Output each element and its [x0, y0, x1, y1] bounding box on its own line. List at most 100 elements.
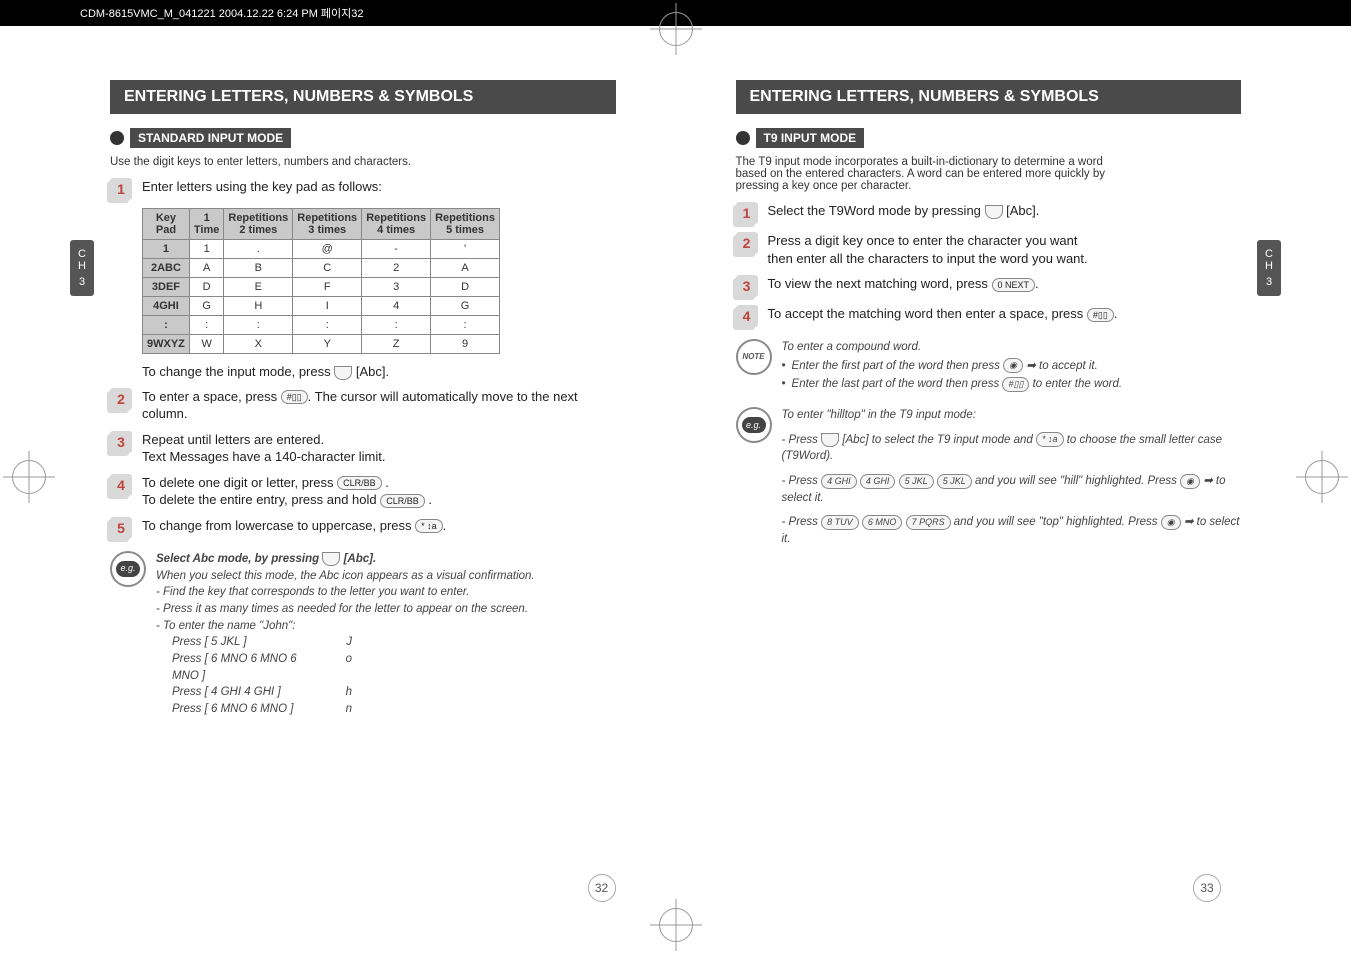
table-row: 11.@-': [143, 240, 500, 259]
table-header: Repetitions 2 times: [224, 209, 293, 240]
clr-key-icon: CLR/BB: [337, 476, 382, 490]
table-row: 2ABCABC2A: [143, 259, 500, 278]
step-1: 1 Enter letters using the key pad as fol…: [110, 178, 616, 200]
step-number-icon: 1: [110, 178, 132, 200]
table-cell: 1: [143, 240, 190, 259]
john-output: h: [322, 684, 352, 701]
eg-b3: - Press 8 TUV 6 MNO 7 PQRS and you will …: [782, 514, 1242, 547]
key-icon: 4 GHI: [821, 474, 857, 489]
page-title-left: ENTERING LETTERS, NUMBERS & SYMBOLS: [110, 80, 616, 114]
step-5: 5 To change from lowercase to uppercase,…: [110, 517, 616, 539]
softkey-icon: [322, 552, 340, 566]
table-cell: 3DEF: [143, 278, 190, 297]
note-block: NOTE To enter a compound word. •Enter th…: [736, 339, 1242, 395]
table-cell: 9: [431, 335, 500, 354]
step-number-icon: 5: [110, 517, 132, 539]
table-cell: 2: [362, 259, 431, 278]
note-b2: Enter the last part of the word then pre…: [792, 376, 1123, 393]
table-header: Repetitions 5 times: [431, 209, 500, 240]
step-number-icon: 3: [110, 431, 132, 453]
step-1: 1 Select the T9Word mode by pressing [Ab…: [736, 202, 1242, 224]
table-cell: I: [293, 297, 362, 316]
eg-b3: - To enter the name "John":: [156, 618, 616, 635]
page-right: ENTERING LETTERS, NUMBERS & SYMBOLS T9 I…: [676, 60, 1282, 874]
hash-key-icon: #▯▯: [1087, 308, 1114, 322]
table-cell: X: [224, 335, 293, 354]
table-cell: .: [224, 240, 293, 259]
header-text: CDM-8615VMC_M_041221 2004.12.22 6:24 PM …: [80, 5, 364, 21]
example-badge-icon: e.g.: [736, 407, 772, 443]
table-cell: H: [224, 297, 293, 316]
keypad-table: Key Pad1 TimeRepetitions 2 timesRepetiti…: [142, 208, 500, 354]
table-row: 9WXYZWXYZ9: [143, 335, 500, 354]
table-cell: D: [189, 278, 223, 297]
john-output: o: [322, 651, 352, 684]
intro-right: The T9 input mode incorporates a built-i…: [736, 156, 1116, 192]
john-press: Press [ 5 JKL ]: [172, 634, 322, 651]
table-cell: 9WXYZ: [143, 335, 190, 354]
table-cell: :: [189, 316, 223, 335]
table-cell: :: [293, 316, 362, 335]
example-badge-icon: e.g.: [110, 551, 146, 587]
table-cell: G: [431, 297, 500, 316]
john-output: J: [322, 634, 352, 651]
table-row: 4GHIGHI4G: [143, 297, 500, 316]
page-number-right: 33: [1193, 874, 1221, 902]
change-mode-note: To change the input mode, press [Abc].: [142, 364, 616, 380]
step-3: 3 To view the next matching word, press …: [736, 275, 1242, 297]
table-cell: :: [431, 316, 500, 335]
step-text: To view the next matching word, press 0 …: [768, 275, 1039, 293]
table-cell: 3: [362, 278, 431, 297]
key-icon: 5 JKL: [937, 474, 972, 489]
hash-key-icon: #▯▯: [1002, 377, 1029, 392]
example-block-left: e.g. Select Abc mode, by pressing [Abc].…: [110, 551, 616, 718]
table-cell: Z: [362, 335, 431, 354]
mode-heading-left: STANDARD INPUT MODE: [110, 128, 291, 148]
table-cell: 2ABC: [143, 259, 190, 278]
key-icon: 5 JKL: [899, 474, 934, 489]
john-press: Press [ 6 MNO 6 MNO 6 MNO ]: [172, 651, 322, 684]
table-cell: A: [189, 259, 223, 278]
step-text: Repeat until letters are entered. Text M…: [142, 431, 386, 466]
eg-b1: - Press [Abc] to select the T9 input mod…: [782, 432, 1242, 465]
table-cell: F: [293, 278, 362, 297]
eg-title: To enter "hilltop" in the T9 input mode:: [782, 407, 1242, 424]
table-header: Repetitions 4 times: [362, 209, 431, 240]
step-number-icon: 4: [736, 305, 758, 327]
step-number-icon: 2: [110, 388, 132, 410]
softkey-icon: [985, 205, 1003, 219]
mode-text: T9 INPUT MODE: [756, 128, 865, 148]
table-cell: A: [431, 259, 500, 278]
table-cell: G: [189, 297, 223, 316]
note-badge-icon: NOTE: [736, 339, 772, 375]
nav-key-icon: ◉: [1003, 358, 1023, 373]
nav-key-icon: ◉: [1161, 515, 1181, 530]
step-number-icon: 2: [736, 232, 758, 254]
step-text: Enter letters using the key pad as follo…: [142, 178, 382, 196]
john-example-table: Press [ 5 JKL ]JPress [ 6 MNO 6 MNO 6 MN…: [172, 634, 616, 717]
clr-key-icon: CLR/BB: [380, 494, 425, 508]
table-header: Repetitions 3 times: [293, 209, 362, 240]
eg-title: Select Abc mode, by pressing [Abc].: [156, 551, 616, 568]
table-cell: E: [224, 278, 293, 297]
table-row: 3DEFDEF3D: [143, 278, 500, 297]
john-output: n: [322, 701, 352, 718]
table-cell: :: [224, 316, 293, 335]
eg-p1: When you select this mode, the Abc icon …: [156, 568, 616, 585]
step-3: 3 Repeat until letters are entered. Text…: [110, 431, 616, 466]
registration-mark-left: [12, 460, 46, 494]
step3a: Repeat until letters are entered.: [142, 431, 386, 449]
note-content: To enter a compound word. •Enter the fir…: [782, 339, 1242, 395]
softkey-icon: [334, 366, 352, 380]
page-title-right: ENTERING LETTERS, NUMBERS & SYMBOLS: [736, 80, 1242, 114]
list-item: Press [ 5 JKL ]J: [172, 634, 616, 651]
mode-bullet-icon: [736, 131, 750, 145]
page-number-left: 32: [588, 874, 616, 902]
step-text: To change from lowercase to uppercase, p…: [142, 517, 446, 535]
note-title: To enter a compound word.: [782, 339, 1242, 356]
table-cell: ': [431, 240, 500, 259]
mode-text: STANDARD INPUT MODE: [130, 128, 291, 148]
step3b: Text Messages have a 140-character limit…: [142, 448, 386, 466]
example-content: Select Abc mode, by pressing [Abc]. When…: [156, 551, 616, 718]
john-press: Press [ 6 MNO 6 MNO ]: [172, 701, 322, 718]
